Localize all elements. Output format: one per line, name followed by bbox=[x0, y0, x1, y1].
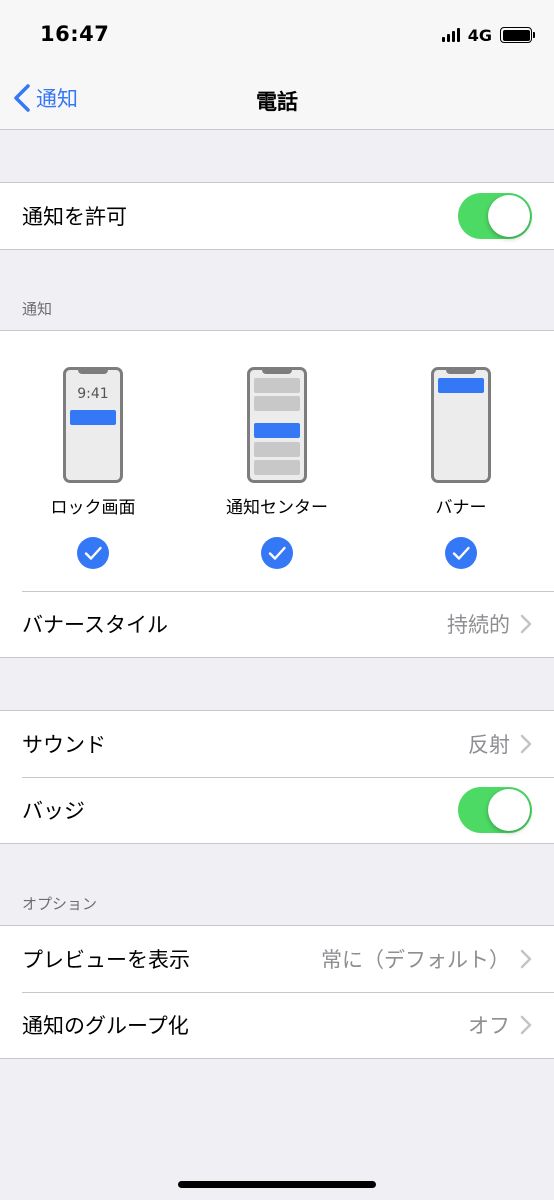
allow-notifications-row: 通知を許可 bbox=[0, 183, 554, 249]
badges-label: バッジ bbox=[22, 799, 85, 823]
allow-notifications-label: 通知を許可 bbox=[22, 205, 127, 229]
alert-style-notification-center[interactable]: 通知センター bbox=[197, 331, 357, 591]
banners-phone-icon bbox=[431, 367, 491, 483]
notification-grouping-value: オフ bbox=[468, 1014, 510, 1038]
banner-style-label: バナースタイル bbox=[22, 613, 168, 637]
alerts-group: 9:41 ロック画面 通知センター バナー バナースタイル 持続的 bbox=[0, 330, 554, 658]
allow-notifications-toggle[interactable] bbox=[458, 193, 532, 239]
status-time: 16:47 bbox=[40, 22, 110, 46]
navigation-bar: 通知 電話 bbox=[0, 66, 554, 130]
chevron-right-icon bbox=[520, 949, 532, 969]
page-title: 電話 bbox=[256, 90, 298, 114]
options-section-header: オプション bbox=[22, 895, 98, 913]
alert-style-banners[interactable]: バナー bbox=[381, 331, 541, 591]
allow-notifications-group: 通知を許可 bbox=[0, 182, 554, 250]
alert-styles: 9:41 ロック画面 通知センター バナー bbox=[0, 331, 554, 591]
checkmark-icon bbox=[77, 537, 109, 569]
lock-screen-preview-time: 9:41 bbox=[77, 386, 109, 402]
alert-style-lock-screen[interactable]: 9:41 ロック画面 bbox=[13, 331, 173, 591]
badges-row: バッジ bbox=[0, 777, 554, 843]
show-previews-label: プレビューを表示 bbox=[22, 948, 190, 972]
notification-center-phone-icon bbox=[247, 367, 307, 483]
badges-toggle[interactable] bbox=[458, 787, 532, 833]
checkmark-icon bbox=[261, 537, 293, 569]
alert-style-label: バナー bbox=[435, 498, 487, 518]
options-group: プレビューを表示 常に（デフォルト） 通知のグループ化 オフ bbox=[0, 925, 554, 1059]
status-bar: 16:47 4G bbox=[0, 0, 554, 66]
signal-icon bbox=[441, 28, 460, 42]
lock-screen-phone-icon: 9:41 bbox=[63, 367, 123, 483]
alerts-section-header: 通知 bbox=[22, 300, 53, 318]
chevron-right-icon bbox=[520, 734, 532, 754]
alert-style-label: 通知センター bbox=[226, 498, 328, 518]
battery-icon bbox=[500, 27, 535, 43]
sound-value: 反射 bbox=[468, 733, 510, 757]
home-indicator[interactable] bbox=[178, 1181, 376, 1188]
notification-grouping-row[interactable]: 通知のグループ化 オフ bbox=[0, 992, 554, 1058]
show-previews-row[interactable]: プレビューを表示 常に（デフォルト） bbox=[0, 926, 554, 992]
status-indicators: 4G bbox=[441, 24, 535, 46]
network-label: 4G bbox=[467, 25, 492, 45]
show-previews-value: 常に（デフォルト） bbox=[321, 948, 510, 972]
banner-style-row[interactable]: バナースタイル 持続的 bbox=[0, 591, 554, 657]
chevron-right-icon bbox=[520, 614, 532, 634]
notification-grouping-label: 通知のグループ化 bbox=[22, 1014, 189, 1038]
alert-style-label: ロック画面 bbox=[50, 498, 136, 518]
sounds-badges-group: サウンド 反射 バッジ bbox=[0, 710, 554, 844]
banner-style-value: 持続的 bbox=[447, 613, 510, 637]
sound-row[interactable]: サウンド 反射 bbox=[0, 711, 554, 777]
sound-label: サウンド bbox=[22, 733, 106, 757]
chevron-right-icon bbox=[520, 1015, 532, 1035]
checkmark-icon bbox=[445, 537, 477, 569]
